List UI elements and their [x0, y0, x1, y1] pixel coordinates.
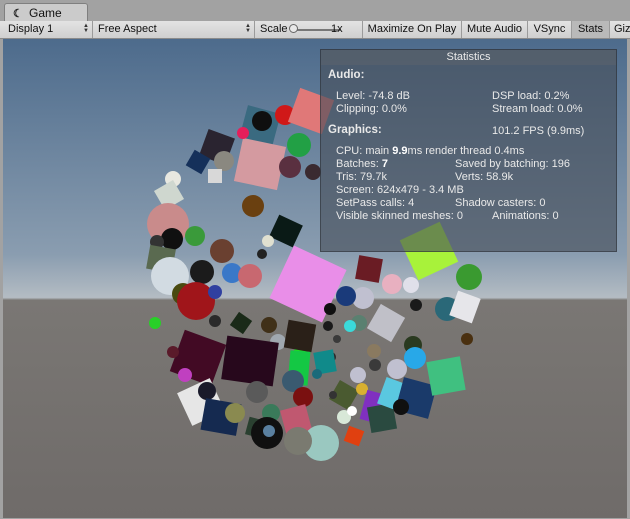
- audio-clipping: Clipping: 0.0%: [336, 103, 407, 115]
- stream-load: Stream load: 0.0%: [492, 103, 583, 115]
- cpu-main-value: 9.9: [392, 145, 408, 157]
- cpu-prefix: CPU: main: [336, 145, 393, 157]
- saved-by-batching: Saved by batching: 196: [455, 158, 570, 170]
- batches-prefix: Batches:: [336, 158, 382, 170]
- tab-game-label: Game: [29, 6, 62, 20]
- maximize-on-play-label: Maximize On Play: [367, 23, 457, 35]
- dropdown-arrows-icon: ▲ ▼: [83, 23, 89, 34]
- maximize-on-play-toggle[interactable]: Maximize On Play: [363, 21, 462, 38]
- scale-slider-knob[interactable]: [289, 24, 298, 33]
- batches-value: 7: [381, 158, 388, 170]
- scale-label: Scale: [260, 23, 288, 35]
- screen-info: Screen: 624x479 - 3.4 MB: [336, 184, 464, 196]
- mute-audio-label: Mute Audio: [466, 23, 523, 35]
- display-dropdown-label: Display 1: [8, 23, 54, 35]
- animations-count: Animations: 0: [492, 210, 559, 222]
- dropdown-arrows-icon: ▲ ▼: [245, 23, 251, 34]
- verts-count: Verts: 58.9k: [455, 171, 514, 183]
- vsync-label: VSync: [533, 23, 566, 35]
- tab-bar: ☾ Game: [0, 0, 630, 22]
- audio-level: Level: -74.8 dB: [336, 90, 410, 102]
- fps-readout: 101.2 FPS (9.9ms): [492, 125, 585, 137]
- gizmos-label: Gizmos: [614, 23, 630, 35]
- scale-value: 1x: [331, 23, 343, 35]
- cpu-timing: CPU: main 9.9ms render thread 0.4ms: [336, 145, 524, 157]
- aspect-dropdown-label: Free Aspect: [98, 23, 157, 35]
- mute-audio-toggle[interactable]: Mute Audio: [462, 21, 528, 38]
- game-toolbar: Display 1 ▲ ▼ Free Aspect ▲ ▼ Scale 1x Max…: [0, 21, 630, 39]
- dsp-load: DSP load: 0.2%: [492, 90, 570, 102]
- shadow-casters: Shadow casters: 0: [455, 197, 546, 209]
- stats-label: Stats: [577, 23, 604, 35]
- vsync-toggle[interactable]: VSync: [528, 21, 572, 38]
- aspect-dropdown[interactable]: Free Aspect ▲ ▼: [93, 21, 255, 38]
- tab-game[interactable]: ☾ Game: [4, 3, 88, 22]
- batches: Batches: 7: [336, 158, 388, 170]
- setpass-calls: SetPass calls: 4: [336, 197, 415, 209]
- display-dropdown[interactable]: Display 1 ▲ ▼: [3, 21, 93, 38]
- stats-toggle[interactable]: Stats: [572, 21, 610, 38]
- tris-count: Tris: 79.7k: [336, 171, 387, 183]
- visible-skinned-meshes: Visible skinned meshes: 0: [336, 210, 463, 222]
- audio-header: Audio:: [328, 69, 365, 81]
- scale-control: Scale 1x: [255, 21, 363, 38]
- game-view-icon: ☾: [13, 8, 23, 20]
- cpu-suffix: ms render thread 0.4ms: [407, 145, 525, 157]
- gizmos-dropdown[interactable]: Gizmos: [610, 21, 630, 38]
- graphics-header: Graphics:: [328, 124, 382, 136]
- statistics-panel: Statistics Audio: Level: -74.8 dB Clippi…: [320, 49, 617, 252]
- statistics-title: Statistics: [321, 50, 616, 65]
